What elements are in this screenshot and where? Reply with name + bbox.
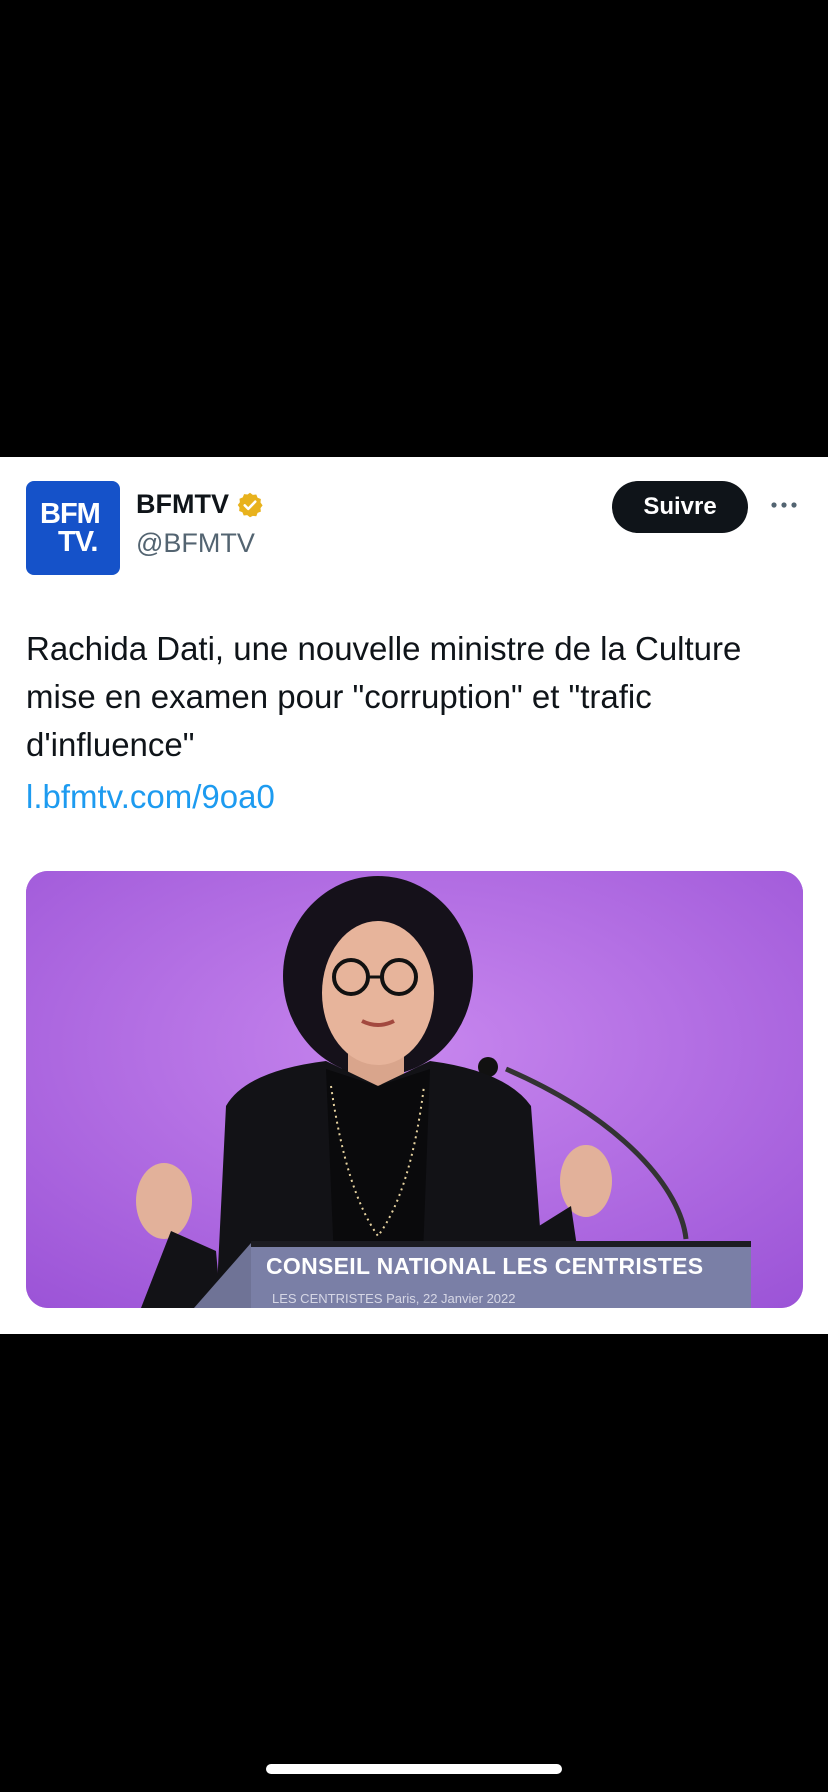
tweet-link[interactable]: l.bfmtv.com/9oa0 — [26, 773, 275, 821]
bottom-black-area — [0, 1334, 828, 1792]
author-name-row[interactable]: BFMTV — [136, 489, 264, 520]
display-name[interactable]: BFMTV — [136, 489, 229, 520]
user-handle[interactable]: @BFMTV — [136, 528, 255, 559]
more-options-icon[interactable] — [766, 487, 802, 523]
tweet-card: BFM TV. BFMTV @BFMTV Suivre Rachida Dati… — [0, 457, 828, 1334]
tweet-text: Rachida Dati, une nouvelle ministre de l… — [26, 630, 742, 763]
home-indicator[interactable] — [266, 1764, 562, 1774]
top-black-area — [0, 0, 828, 457]
avatar-text-line2: TV. — [58, 526, 98, 558]
avatar-text-line1: BFM — [40, 498, 101, 530]
media-photo — [26, 871, 803, 1308]
avatar[interactable]: BFM TV. — [26, 481, 120, 575]
verified-badge-icon — [237, 492, 263, 517]
podium-title: CONSEIL NATIONAL LES CENTRISTES — [266, 1253, 704, 1279]
podium-subtitle: LES CENTRISTES Paris, 22 Janvier 2022 — [272, 1291, 516, 1306]
tweet-media-image[interactable]: CONSEIL NATIONAL LES CENTRISTES LES CENT… — [26, 871, 803, 1308]
avatar-logo-text: BFM TV. — [26, 481, 120, 575]
follow-button[interactable]: Suivre — [612, 481, 748, 533]
